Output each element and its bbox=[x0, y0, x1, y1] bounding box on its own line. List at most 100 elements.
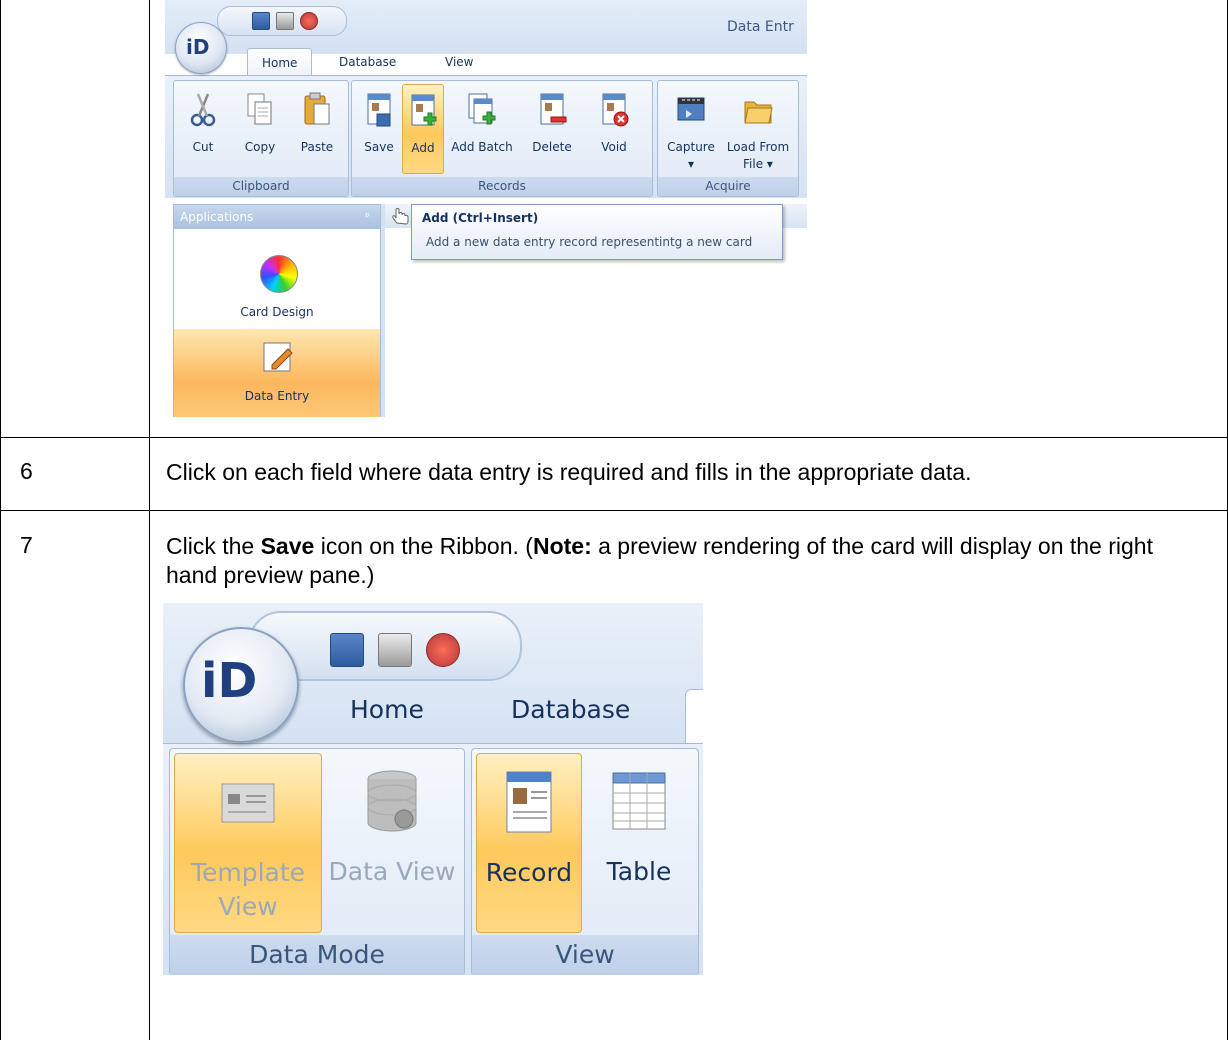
void-button[interactable]: Void bbox=[586, 84, 642, 172]
tab-home[interactable]: Home bbox=[350, 695, 424, 724]
paste-button[interactable]: Paste bbox=[290, 84, 344, 172]
add-batch-button[interactable]: Add Batch bbox=[444, 84, 520, 172]
data-view-button[interactable]: Data View bbox=[324, 753, 460, 931]
record-view-button[interactable]: Record bbox=[476, 753, 582, 933]
database-icon[interactable] bbox=[426, 633, 460, 667]
tab-database[interactable]: Database bbox=[511, 695, 630, 724]
window-title: Data Entr bbox=[727, 19, 794, 35]
add-record-icon bbox=[411, 94, 437, 126]
save-label: Save bbox=[364, 140, 394, 154]
application-orb[interactable]: iD bbox=[183, 627, 299, 743]
folder-icon bbox=[744, 101, 773, 124]
ribbon-screenshot-database: iD Home Database Template View Data View… bbox=[163, 603, 703, 975]
orb-logo-text: iD bbox=[201, 653, 258, 709]
table-grid-icon bbox=[612, 772, 666, 830]
card-design-label: Card Design bbox=[240, 305, 314, 319]
step-number-6: 6 bbox=[20, 458, 33, 484]
panel-splitter[interactable] bbox=[381, 204, 385, 417]
add-record-button[interactable]: Add bbox=[402, 84, 444, 174]
database-cylinder-icon bbox=[367, 770, 417, 832]
paste-icon bbox=[304, 92, 330, 125]
data-entry-label: Data Entry bbox=[244, 389, 310, 403]
cut-button[interactable]: Cut bbox=[178, 84, 228, 172]
pin-icon[interactable]: ᵖ bbox=[359, 205, 370, 229]
step-7-note-label: Note: bbox=[532, 533, 592, 559]
application-orb[interactable]: iD bbox=[175, 22, 227, 74]
step-text-6: Click on each field where data entry is … bbox=[166, 459, 972, 485]
row-divider-6-7 bbox=[0, 510, 1228, 511]
capture-button[interactable]: Capture ▾ bbox=[662, 84, 720, 172]
save-record-icon bbox=[367, 93, 391, 127]
data-view-label: Data View bbox=[328, 857, 456, 886]
add-label: Add bbox=[411, 141, 435, 155]
edit-document-icon bbox=[263, 342, 293, 372]
delete-button[interactable]: Delete bbox=[522, 84, 582, 172]
paste-label: Paste bbox=[300, 140, 334, 154]
tab-view[interactable]: View bbox=[431, 48, 487, 74]
color-wheel-icon bbox=[260, 255, 298, 293]
step-number-7: 7 bbox=[20, 532, 33, 558]
table-label: Table bbox=[606, 857, 672, 886]
save-icon[interactable] bbox=[252, 12, 270, 30]
applications-header: Applications ᵖ bbox=[174, 205, 380, 229]
scissors-icon bbox=[190, 93, 216, 127]
group-data-mode: Template View Data View Data Mode bbox=[169, 748, 465, 975]
load-from-label: Load From bbox=[726, 140, 790, 154]
record-icon bbox=[506, 771, 552, 833]
step-7-save-bold: Save bbox=[260, 533, 315, 559]
group-label-acquire: Acquire bbox=[658, 177, 798, 196]
print-icon[interactable] bbox=[276, 12, 294, 30]
ribbon: Cut Copy Paste Clipboard Save Add Add Ba… bbox=[165, 75, 807, 199]
group-acquire: Capture ▾ Load From File ▾ Acquire bbox=[657, 80, 799, 197]
tab-home[interactable]: Home bbox=[247, 48, 313, 75]
copy-icon bbox=[247, 93, 272, 125]
hand-cursor-icon bbox=[392, 208, 409, 225]
group-label-clipboard: Clipboard bbox=[174, 177, 348, 196]
ribbon: Template View Data View Data Mode Record… bbox=[163, 743, 703, 975]
cut-label: Cut bbox=[192, 140, 214, 154]
copy-button[interactable]: Copy bbox=[232, 84, 288, 172]
void-icon bbox=[602, 93, 629, 127]
tab-database[interactable]: Database bbox=[325, 48, 410, 74]
step-text-7: Click the Save icon on the Ribbon. (Note… bbox=[166, 532, 1206, 590]
save-record-button[interactable]: Save bbox=[358, 84, 400, 172]
group-label-records: Records bbox=[352, 177, 652, 196]
template-card-icon bbox=[221, 783, 275, 823]
table-column-divider bbox=[149, 0, 150, 1040]
load-from-file-button[interactable]: Load From File ▾ bbox=[722, 84, 794, 172]
copy-label: Copy bbox=[244, 140, 276, 154]
load-from-file-sublabel[interactable]: File ▾ bbox=[722, 156, 794, 172]
group-view: Record Table View bbox=[471, 748, 699, 975]
quick-access-toolbar bbox=[217, 6, 347, 36]
app-card-design[interactable]: Card Design bbox=[174, 245, 380, 329]
step-7-text-part: icon on the Ribbon. ( bbox=[314, 533, 533, 559]
app-data-entry[interactable]: Data Entry bbox=[174, 329, 380, 417]
orb-logo-text: iD bbox=[186, 35, 210, 59]
group-label-data-mode: Data Mode bbox=[170, 935, 464, 975]
add-batch-icon bbox=[468, 93, 496, 125]
tooltip-description: Add a new data entry record representint… bbox=[426, 235, 753, 249]
save-icon[interactable] bbox=[330, 633, 364, 667]
print-icon[interactable] bbox=[378, 633, 412, 667]
title-area: iD Home Database bbox=[163, 603, 703, 746]
record-label: Record bbox=[485, 858, 573, 887]
delete-label: Delete bbox=[532, 140, 572, 154]
template-view-label: Template View bbox=[190, 858, 306, 921]
void-label: Void bbox=[601, 140, 627, 154]
tooltip-title: Add (Ctrl+Insert) bbox=[422, 211, 539, 225]
table-view-button[interactable]: Table bbox=[586, 753, 692, 931]
applications-panel: Applications ᵖ Card Design Data Entry bbox=[173, 204, 381, 417]
template-view-button[interactable]: Template View bbox=[174, 753, 322, 933]
tab-active-edge bbox=[685, 689, 703, 746]
database-icon[interactable] bbox=[300, 12, 318, 30]
step-7-text-part: Click the bbox=[166, 533, 261, 559]
group-clipboard: Cut Copy Paste Clipboard bbox=[173, 80, 349, 197]
table-border-left bbox=[0, 0, 1, 1040]
tooltip-add: Add (Ctrl+Insert) Add a new data entry r… bbox=[411, 204, 783, 260]
group-records: Save Add Add Batch Delete Void Records bbox=[351, 80, 653, 197]
capture-icon bbox=[677, 97, 705, 121]
capture-dropdown-arrow[interactable]: ▾ bbox=[662, 156, 720, 172]
capture-label: Capture bbox=[667, 140, 715, 154]
group-label-view: View bbox=[472, 935, 698, 975]
add-batch-label: Add Batch bbox=[451, 140, 513, 154]
